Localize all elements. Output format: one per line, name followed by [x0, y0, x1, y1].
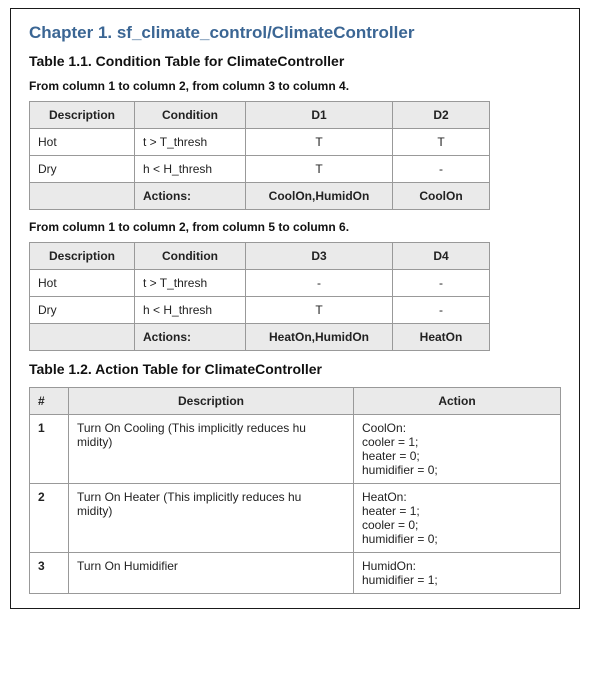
- cell-desc: Turn On Cooling (This implicitly reduces…: [69, 415, 354, 484]
- actions-row: Actions: CoolOn,HumidOn CoolOn: [30, 183, 490, 210]
- table-header-row: # Description Action: [30, 388, 561, 415]
- col-action: Action: [354, 388, 561, 415]
- cell-desc: Turn On Heater (This implicitly reduces …: [69, 484, 354, 553]
- cell-cond: t > T_thresh: [135, 270, 246, 297]
- cond-a-caption: From column 1 to column 2, from column 3…: [29, 79, 561, 93]
- cell-number: 1: [30, 415, 69, 484]
- cell-action: HeatOn: heater = 1; cooler = 0; humidifi…: [354, 484, 561, 553]
- cell-cond: t > T_thresh: [135, 129, 246, 156]
- actions-d1: CoolOn,HumidOn: [246, 183, 393, 210]
- actions-label: Actions:: [135, 324, 246, 351]
- cell-number: 2: [30, 484, 69, 553]
- table-header-row: Description Condition D1 D2: [30, 102, 490, 129]
- cell-action: HumidOn: humidifier = 1;: [354, 553, 561, 594]
- cond-b-caption: From column 1 to column 2, from column 5…: [29, 220, 561, 234]
- table-row: 3 Turn On Humidifier HumidOn: humidifier…: [30, 553, 561, 594]
- cell-cond: h < H_thresh: [135, 156, 246, 183]
- actions-blank: [30, 324, 135, 351]
- col-d1: D1: [246, 102, 393, 129]
- col-description: Description: [30, 243, 135, 270]
- table-row: Dry h < H_thresh T -: [30, 156, 490, 183]
- actions-label: Actions:: [135, 183, 246, 210]
- cell-cond: h < H_thresh: [135, 297, 246, 324]
- page-frame: Chapter 1. sf_climate_control/ClimateCon…: [10, 8, 580, 609]
- cell-d4: -: [393, 297, 490, 324]
- table-1-1-title: Table 1.1. Condition Table for ClimateCo…: [29, 53, 561, 69]
- cell-desc: Turn On Humidifier: [69, 553, 354, 594]
- col-description: Description: [69, 388, 354, 415]
- cell-d3: T: [246, 297, 393, 324]
- action-table: # Description Action 1 Turn On Cooling (…: [29, 387, 561, 594]
- col-condition: Condition: [135, 102, 246, 129]
- cell-number: 3: [30, 553, 69, 594]
- cell-d4: -: [393, 270, 490, 297]
- table-row: Hot t > T_thresh T T: [30, 129, 490, 156]
- table-row: 2 Turn On Heater (This implicitly reduce…: [30, 484, 561, 553]
- cell-d2: -: [393, 156, 490, 183]
- table-1-2-title: Table 1.2. Action Table for ClimateContr…: [29, 361, 561, 377]
- col-d2: D2: [393, 102, 490, 129]
- col-condition: Condition: [135, 243, 246, 270]
- cell-d3: -: [246, 270, 393, 297]
- table-row: Dry h < H_thresh T -: [30, 297, 490, 324]
- table-row: Hot t > T_thresh - -: [30, 270, 490, 297]
- cell-desc: Dry: [30, 156, 135, 183]
- actions-d2: CoolOn: [393, 183, 490, 210]
- chapter-title: Chapter 1. sf_climate_control/ClimateCon…: [29, 23, 561, 43]
- cell-d2: T: [393, 129, 490, 156]
- condition-table-a: Description Condition D1 D2 Hot t > T_th…: [29, 101, 490, 210]
- col-number: #: [30, 388, 69, 415]
- cell-d1: T: [246, 156, 393, 183]
- actions-blank: [30, 183, 135, 210]
- actions-d3: HeatOn,HumidOn: [246, 324, 393, 351]
- cell-d1: T: [246, 129, 393, 156]
- table-header-row: Description Condition D3 D4: [30, 243, 490, 270]
- cell-desc: Hot: [30, 270, 135, 297]
- cell-desc: Hot: [30, 129, 135, 156]
- cell-desc: Dry: [30, 297, 135, 324]
- cell-action: CoolOn: cooler = 1; heater = 0; humidifi…: [354, 415, 561, 484]
- col-description: Description: [30, 102, 135, 129]
- actions-d4: HeatOn: [393, 324, 490, 351]
- condition-table-b: Description Condition D3 D4 Hot t > T_th…: [29, 242, 490, 351]
- table-row: 1 Turn On Cooling (This implicitly reduc…: [30, 415, 561, 484]
- col-d3: D3: [246, 243, 393, 270]
- actions-row: Actions: HeatOn,HumidOn HeatOn: [30, 324, 490, 351]
- col-d4: D4: [393, 243, 490, 270]
